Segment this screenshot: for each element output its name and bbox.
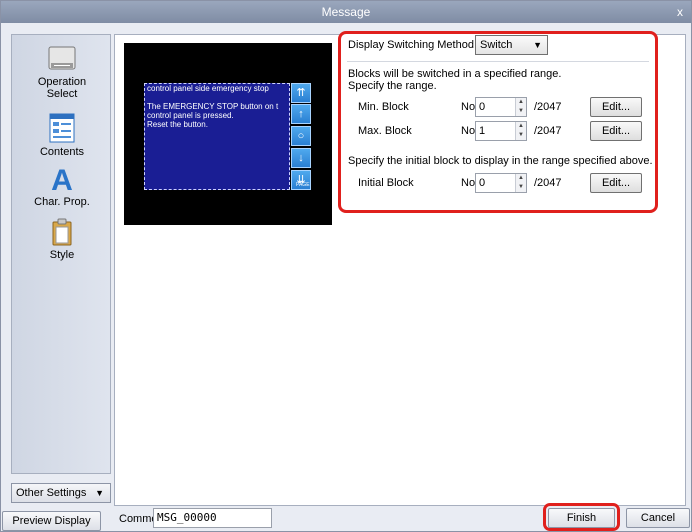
spin-down-icon: ▼: [518, 132, 524, 138]
svg-text:A: A: [51, 164, 73, 193]
max-block-no-label: No: [461, 125, 476, 137]
close-icon[interactable]: x: [669, 1, 691, 23]
double-up-icon: ⇈: [291, 83, 311, 103]
initial-block-label: Initial Block: [358, 177, 414, 189]
sidebar-item-char-prop[interactable]: A Char. Prop.: [12, 163, 112, 208]
up-arrow-icon: ↑: [291, 104, 311, 124]
comment-label: Comme: [119, 513, 158, 525]
other-settings-button[interactable]: Other Settings ▼: [11, 483, 111, 503]
max-block-input[interactable]: 1 ▲ ▼: [475, 121, 527, 141]
min-block-no-label: No: [461, 101, 476, 113]
chevron-down-icon: ▼: [95, 488, 104, 498]
spin-up-icon: ▲: [518, 175, 524, 181]
max-block-label: Max. Block: [358, 125, 412, 137]
min-block-input[interactable]: 0 ▲ ▼: [475, 97, 527, 117]
finish-button[interactable]: Finish: [548, 508, 615, 528]
spin-up-icon: ▲: [518, 123, 524, 129]
page-down-icon: ⇊ PAGE: [291, 170, 311, 190]
sidebar-item-label: Style: [49, 249, 75, 261]
initial-block-no-label: No: [461, 177, 476, 189]
sidebar-item-operation-select[interactable]: Operation Select: [12, 45, 112, 100]
spin-up-icon: ▲: [518, 99, 524, 105]
sidebar-item-style[interactable]: Style: [12, 218, 112, 261]
preview-body-line: The EMERGENCY STOP button on t: [147, 102, 279, 111]
sidebar-item-label: Operation Select: [37, 76, 87, 100]
preview-body-line: control panel is pressed.: [147, 111, 234, 120]
divider: [347, 61, 649, 62]
title-bar: Message x: [1, 1, 691, 23]
initial-block-edit-button[interactable]: Edit...: [590, 173, 642, 193]
circle-icon: ○: [291, 126, 311, 146]
sidebar: Operation Select Contents A Char. Prop.: [11, 34, 111, 474]
window-title: Message: [321, 5, 371, 19]
contents-icon: [49, 113, 75, 143]
initial-block-max: /2047: [534, 177, 562, 189]
spin-down-icon: ▼: [518, 184, 524, 190]
spinner[interactable]: ▲ ▼: [515, 122, 526, 140]
spinner[interactable]: ▲ ▼: [515, 174, 526, 192]
main-content: control panel side emergency stop The EM…: [114, 31, 686, 506]
min-block-label: Min. Block: [358, 101, 409, 113]
spin-down-icon: ▼: [518, 108, 524, 114]
down-arrow-icon: ↓: [291, 148, 311, 168]
initial-block-input[interactable]: 0 ▲ ▼: [475, 173, 527, 193]
range-description: Blocks will be switched in a specified r…: [348, 68, 562, 80]
preview-display-button[interactable]: Preview Display: [2, 511, 101, 531]
operation-select-icon: [48, 46, 76, 70]
preview-title: control panel side emergency stop: [147, 84, 269, 93]
message-dialog: Message x Operation Select Contents A Ch…: [0, 0, 692, 532]
sidebar-item-contents[interactable]: Contents: [12, 113, 112, 158]
message-preview: control panel side emergency stop The EM…: [124, 43, 332, 225]
range-description: Specify the range.: [348, 80, 437, 92]
switching-method-label: Display Switching Method: [348, 39, 474, 51]
preview-message-box: control panel side emergency stop The EM…: [144, 83, 290, 190]
switching-method-select[interactable]: Switch ▼: [475, 35, 548, 55]
max-block-max: /2047: [534, 125, 562, 137]
cancel-button[interactable]: Cancel: [626, 508, 690, 528]
comment-input[interactable]: MSG_00000: [153, 508, 272, 528]
switching-settings-panel: Display Switching Method Switch ▼ Blocks…: [338, 31, 658, 213]
sidebar-item-label: Contents: [39, 146, 85, 158]
sidebar-item-label: Char. Prop.: [34, 196, 90, 208]
min-block-max: /2047: [534, 101, 562, 113]
preview-scroll-buttons: ⇈ ↑ ○ ↓ ⇊ PAGE: [291, 83, 311, 190]
initial-block-description: Specify the initial block to display in …: [348, 155, 653, 167]
preview-body-line: Reset the button.: [147, 120, 208, 129]
spinner[interactable]: ▲ ▼: [515, 98, 526, 116]
char-prop-icon: A: [51, 164, 73, 193]
max-block-edit-button[interactable]: Edit...: [590, 121, 642, 141]
chevron-down-icon: ▼: [533, 40, 542, 50]
min-block-edit-button[interactable]: Edit...: [590, 97, 642, 117]
style-icon: [52, 218, 72, 246]
